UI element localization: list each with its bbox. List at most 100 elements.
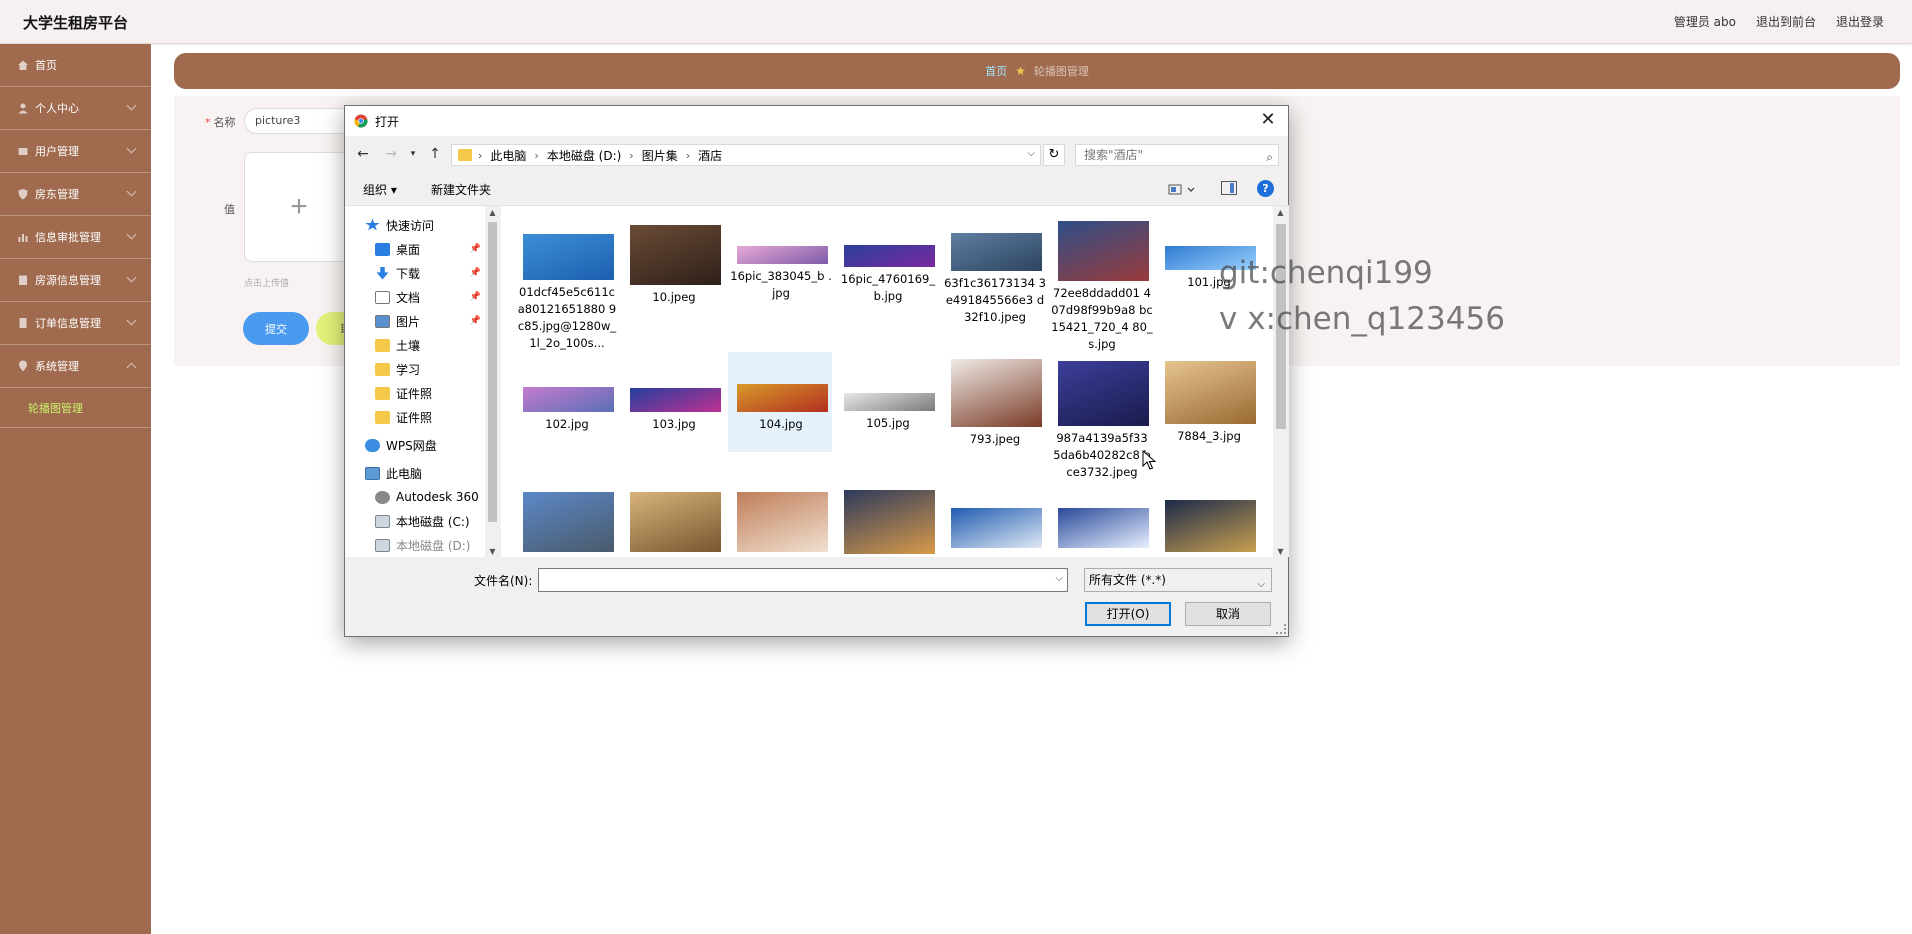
computer-icon (365, 466, 380, 480)
resize-grip-icon[interactable] (1276, 624, 1286, 634)
chrome-icon (354, 114, 368, 128)
path-segment-hotel[interactable]: 酒店 (698, 147, 722, 164)
file-tile[interactable]: 16pic_383045_b .jpg (728, 212, 832, 312)
file-list-scrollbar[interactable]: ▲ ▼ (1273, 206, 1289, 557)
breadcrumb-home[interactable]: 首页 (985, 63, 1007, 79)
file-tile[interactable]: 102.jpg (514, 352, 618, 452)
nav-pane-label: 学习 (396, 362, 421, 377)
nav-pane-item[interactable]: 证件照 (345, 382, 485, 404)
file-tile[interactable]: 01dcf45e5c611ca80121651880 9c85.jpg@1280… (514, 212, 618, 350)
change-view-icon[interactable] (1167, 181, 1197, 197)
file-tile[interactable]: 72ee8ddadd01 407d98f99b9a8 bc15421_720_4… (1049, 212, 1153, 351)
file-tile[interactable] (1156, 488, 1260, 557)
organize-button[interactable]: 组织 ▾ (363, 181, 397, 198)
nav-pane-item[interactable]: 下载 📌 (345, 262, 485, 284)
file-tile[interactable]: 103.jpg (621, 352, 725, 452)
scroll-down-icon[interactable]: ▼ (1275, 547, 1286, 556)
nav-pane-item[interactable]: 此电脑 (345, 462, 485, 484)
nav-pane-item[interactable]: 本地磁盘 (C:) (345, 510, 485, 532)
file-tile[interactable] (514, 488, 618, 557)
name-input[interactable]: picture3 (244, 108, 354, 134)
file-tile[interactable]: 10.jpeg (621, 212, 725, 312)
file-tile[interactable]: 101.jpg (1156, 212, 1260, 312)
nav-pane-item[interactable]: 学习 (345, 358, 485, 380)
sidebar-item-system[interactable]: 系统管理 (0, 345, 151, 388)
nav-pane-item[interactable]: 证件照 (345, 406, 485, 428)
sidebar-subitem-carousel[interactable]: 轮播图管理 (0, 388, 151, 428)
scrollbar-thumb[interactable] (1276, 224, 1286, 429)
path-segment-drive-d[interactable]: 本地磁盘 (D:) (547, 147, 621, 164)
value-label: 值 (224, 203, 235, 216)
admin-user-link[interactable]: 管理员 abo (1674, 13, 1736, 30)
breadcrumb: 首页 ★ 轮播图管理 (174, 53, 1900, 89)
app-brand: 大学生租房平台 (23, 14, 129, 32)
navigation-scrollbar[interactable]: ▲ ▼ (485, 206, 500, 557)
sidebar-item-listings[interactable]: 房源信息管理 (0, 259, 151, 302)
nav-pane-item[interactable]: Autodesk 360 (345, 486, 485, 508)
sidebar-item-home[interactable]: 首页 (0, 44, 151, 87)
exit-to-front-link[interactable]: 退出到前台 (1756, 13, 1816, 30)
address-bar[interactable]: › 此电脑 › 本地磁盘 (D:) › 图片集 › 酒店 ⌵ (451, 144, 1041, 166)
sidebar-item-approvals[interactable]: 信息审批管理 (0, 216, 151, 259)
sidebar-item-label: 用户管理 (35, 145, 79, 158)
upload-button[interactable]: + (244, 152, 354, 262)
pin-icon: 📌 (469, 292, 481, 302)
nav-pane-item[interactable]: 桌面 📌 (345, 238, 485, 260)
nav-pane-item[interactable]: 本地磁盘 (D:) (345, 534, 485, 556)
file-tile[interactable]: 987a4139a5f33 5da6b40282c8 bce3732.jpeg (1049, 352, 1153, 479)
file-tile[interactable]: 16pic_4760169_ b.jpg (835, 212, 939, 312)
file-tile[interactable]: 105.jpg (835, 352, 939, 452)
refresh-icon[interactable]: ↻ (1043, 144, 1065, 166)
sidebar-item-orders[interactable]: 订单信息管理 (0, 302, 151, 345)
new-folder-button[interactable]: 新建文件夹 (431, 181, 491, 198)
chevron-down-icon[interactable]: ⌵ (1027, 148, 1035, 159)
back-arrow-icon[interactable]: ← (353, 144, 373, 164)
file-tile[interactable]: 7884_3.jpg (1156, 352, 1260, 452)
scrollbar-thumb[interactable] (488, 222, 497, 522)
path-segment-pictures[interactable]: 图片集 (642, 147, 678, 164)
filename-input[interactable]: ⌵ (538, 568, 1068, 592)
file-tile[interactable] (942, 488, 1046, 557)
upload-hint: 点击上传值 (244, 279, 290, 289)
nav-pane-item[interactable]: 文档 📌 (345, 286, 485, 308)
dialog-toolbar: 组织 ▾ 新建文件夹 ? (345, 175, 1288, 203)
nav-pane-item[interactable]: 图片 📌 (345, 310, 485, 332)
open-button[interactable]: 打开(O) (1085, 602, 1171, 626)
file-tile[interactable] (728, 488, 832, 557)
file-tile[interactable]: 793.jpeg (942, 352, 1046, 452)
image-thumbnail (1058, 221, 1149, 281)
sidebar-item-landlords[interactable]: 房东管理 (0, 173, 151, 216)
image-thumbnail (1058, 361, 1149, 426)
dialog-cancel-button[interactable]: 取消 (1185, 602, 1271, 626)
chevron-down-icon (126, 315, 137, 326)
nav-pane-item[interactable]: 土壤 (345, 334, 485, 356)
nav-pane-item[interactable]: 快速访问 (345, 214, 485, 236)
logout-link[interactable]: 退出登录 (1836, 13, 1884, 30)
scroll-down-icon[interactable]: ▼ (487, 547, 498, 556)
file-tile[interactable] (1049, 488, 1153, 557)
scroll-up-icon[interactable]: ▲ (1275, 208, 1286, 217)
submit-button[interactable]: 提交 (243, 312, 309, 345)
file-tile[interactable]: 63f1c36173134 3e491845566e3 d32f10.jpeg (942, 212, 1046, 324)
forward-arrow-icon[interactable]: → (381, 144, 401, 164)
chevron-down-icon[interactable]: ⌵ (1055, 573, 1063, 584)
path-segment-this-pc[interactable]: 此电脑 (490, 147, 526, 164)
recent-locations-chevron-icon[interactable]: ▾ (403, 144, 423, 164)
sidebar-item-users[interactable]: 用户管理 (0, 130, 151, 173)
close-button[interactable]: ✕ (1256, 109, 1280, 133)
file-name: 104.jpg (759, 417, 803, 431)
preview-pane-icon[interactable] (1221, 181, 1237, 195)
path-separator: › (629, 148, 634, 162)
search-input[interactable]: 搜索"酒店" ⌕ (1075, 144, 1279, 166)
scroll-up-icon[interactable]: ▲ (487, 208, 498, 217)
sidebar-item-personal-center[interactable]: 个人中心 (0, 87, 151, 130)
help-icon[interactable]: ? (1257, 180, 1274, 197)
sidebar-item-label: 系统管理 (35, 360, 79, 373)
nav-pane-label: 此电脑 (386, 466, 423, 481)
up-arrow-icon[interactable]: ↑ (425, 144, 445, 164)
file-tile[interactable]: 104.jpg (728, 352, 832, 452)
file-tile[interactable] (835, 488, 939, 557)
nav-pane-item[interactable]: WPS网盘 (345, 434, 485, 456)
file-tile[interactable] (621, 488, 725, 557)
filetype-select[interactable]: 所有文件 (*.*) ⌵ (1084, 568, 1272, 592)
